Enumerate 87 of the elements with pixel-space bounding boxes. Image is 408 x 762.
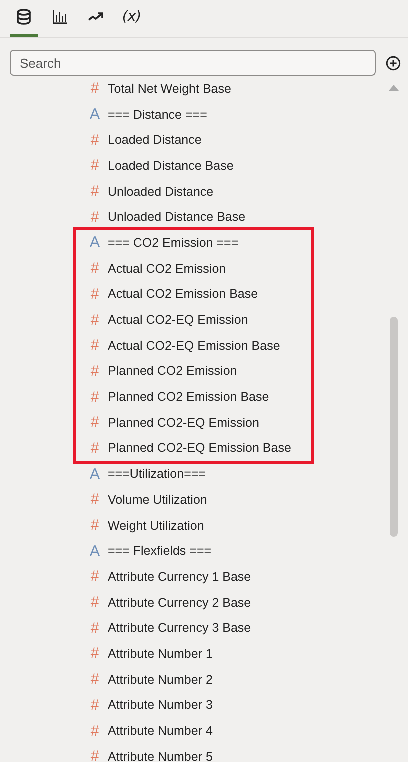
- measure-icon: #: [87, 208, 103, 226]
- measure-icon: #: [87, 80, 103, 98]
- field-item[interactable]: # Weight Utilization: [0, 512, 386, 538]
- field-label: Attribute Number 5: [108, 750, 213, 762]
- field-item[interactable]: # Actual CO2 Emission Base: [76, 282, 311, 308]
- measure-icon: #: [87, 594, 103, 612]
- field-label: Planned CO2 Emission Base: [108, 390, 270, 404]
- field-item[interactable]: # Loaded Distance: [0, 127, 386, 154]
- field-label: === Distance ===: [108, 108, 208, 122]
- attribute-icon: A: [87, 542, 103, 560]
- field-item[interactable]: # Volume Utilization: [0, 487, 386, 513]
- field-item[interactable]: # Attribute Number 2: [0, 666, 386, 692]
- search-field[interactable]: Search: [10, 50, 376, 76]
- field-label: Actual CO2 Emission Base: [108, 287, 258, 302]
- bar-chart-icon: [51, 8, 69, 26]
- field-label: Actual CO2-EQ Emission: [108, 313, 248, 328]
- field-label: Weight Utilization: [108, 518, 204, 533]
- database-icon: [15, 8, 33, 26]
- field-label: Total Net Weight Base: [108, 82, 232, 96]
- field-label: === Flexfields ===: [108, 544, 212, 558]
- measure-icon: #: [87, 157, 103, 174]
- field-item[interactable]: A === Flexfields ===: [0, 538, 386, 564]
- field-item[interactable]: # Attribute Number 5: [0, 744, 386, 762]
- field-label: Actual CO2 Emission: [108, 262, 226, 276]
- measure-icon: #: [87, 722, 103, 740]
- scrollbar-thumb[interactable]: [390, 317, 398, 537]
- measure-icon: #: [87, 312, 103, 329]
- field-label: Attribute Number 3: [108, 698, 213, 712]
- field-label: Volume Utilization: [108, 492, 208, 507]
- field-label: Attribute Number 2: [108, 672, 213, 687]
- field-item[interactable]: # Attribute Currency 3 Base: [0, 615, 386, 642]
- measure-icon: #: [87, 414, 103, 432]
- measure-icon: #: [87, 286, 103, 303]
- measure-icon: #: [87, 183, 103, 200]
- field-item[interactable]: # Attribute Number 4: [0, 718, 386, 744]
- field-item[interactable]: # Planned CO2 Emission: [76, 358, 311, 384]
- attribute-icon: A: [87, 234, 103, 252]
- field-item[interactable]: # Planned CO2-EQ Emission Base: [76, 436, 311, 462]
- field-label: Actual CO2-EQ Emission Base: [108, 338, 280, 353]
- measure-icon: #: [87, 362, 103, 380]
- field-label: Attribute Currency 1 Base: [108, 570, 252, 584]
- field-label: ===Utilization===: [108, 467, 206, 482]
- measure-icon: #: [87, 517, 103, 534]
- attribute-icon: A: [87, 466, 103, 483]
- field-label: Planned CO2-EQ Emission: [108, 416, 260, 430]
- measure-icon: #: [87, 620, 103, 637]
- field-label: Unloaded Distance Base: [108, 210, 246, 224]
- field-item[interactable]: # Planned CO2 Emission Base: [76, 384, 311, 410]
- field-label: Attribute Currency 2 Base: [108, 596, 252, 610]
- field-label: Attribute Number 4: [108, 724, 213, 738]
- field-item[interactable]: # Planned CO2-EQ Emission: [76, 410, 311, 436]
- field-label: Loaded Distance: [108, 133, 202, 148]
- field-item[interactable]: # Attribute Currency 1 Base: [0, 564, 386, 590]
- field-item[interactable]: # Loaded Distance Base: [0, 153, 386, 179]
- measure-icon: #: [87, 132, 103, 149]
- measure-icon: #: [87, 260, 103, 278]
- measure-icon: #: [87, 748, 103, 762]
- field-item[interactable]: # Total Net Weight Base: [0, 76, 386, 102]
- field-item[interactable]: # Unloaded Distance: [0, 178, 386, 204]
- field-label: Attribute Currency 3 Base: [108, 621, 252, 636]
- field-item[interactable]: # Attribute Currency 2 Base: [0, 590, 386, 616]
- measure-icon: #: [87, 671, 103, 688]
- field-item[interactable]: A === Distance ===: [0, 102, 386, 128]
- field-item[interactable]: # Attribute Number 3: [0, 692, 386, 718]
- measure-icon: #: [87, 491, 103, 508]
- field-label: Planned CO2 Emission: [108, 364, 238, 378]
- field-item[interactable]: A === CO2 Emission ===: [76, 230, 311, 256]
- field-label: === CO2 Emission ===: [108, 236, 239, 250]
- measure-icon: #: [87, 337, 103, 354]
- measure-icon: #: [87, 568, 103, 586]
- measure-icon: #: [87, 645, 103, 662]
- measure-icon: #: [87, 440, 103, 457]
- field-item[interactable]: # Unloaded Distance Base: [0, 204, 386, 230]
- attribute-icon: A: [87, 106, 103, 124]
- field-item[interactable]: # Actual CO2 Emission: [76, 256, 311, 282]
- field-label: Unloaded Distance: [108, 184, 214, 199]
- measure-icon: #: [87, 388, 103, 406]
- field-item[interactable]: # Actual CO2-EQ Emission Base: [76, 332, 311, 359]
- field-item[interactable]: # Actual CO2-EQ Emission: [76, 307, 311, 333]
- add-icon[interactable]: [386, 56, 401, 70]
- field-label: Attribute Number 1: [108, 646, 213, 661]
- tab[interactable]: (x): [118, 0, 146, 37]
- field-label: Planned CO2-EQ Emission Base: [108, 441, 292, 456]
- field-label: Loaded Distance Base: [108, 158, 234, 173]
- field-item[interactable]: # Attribute Number 1: [0, 641, 386, 667]
- field-item[interactable]: A ===Utilization===: [0, 461, 386, 487]
- measure-icon: #: [87, 696, 103, 714]
